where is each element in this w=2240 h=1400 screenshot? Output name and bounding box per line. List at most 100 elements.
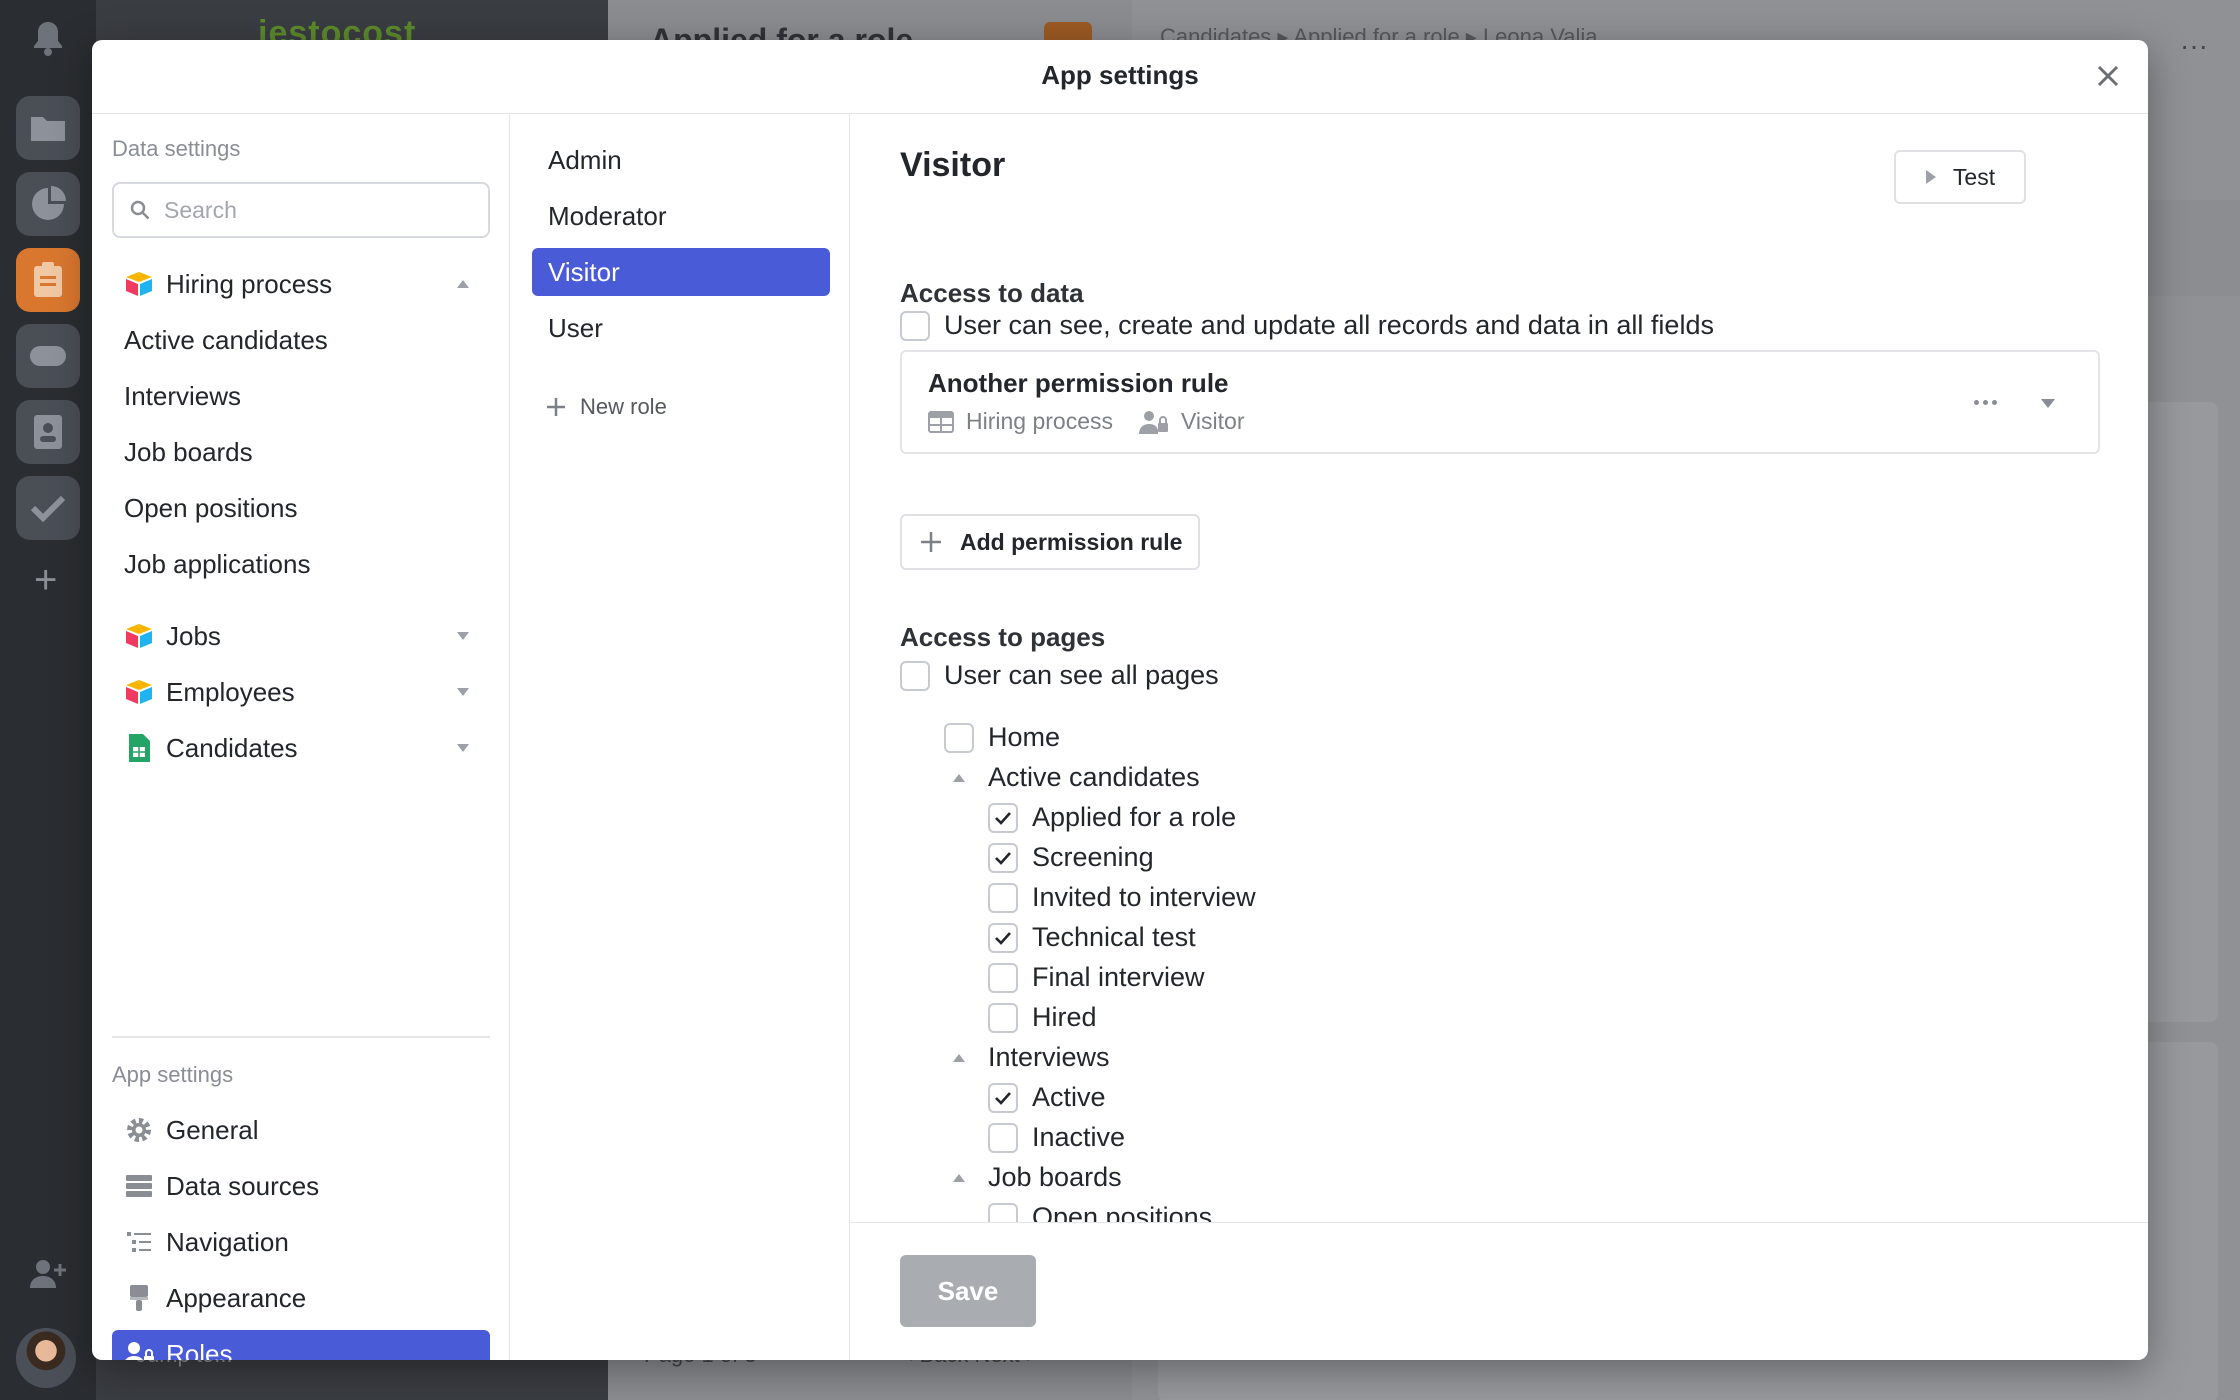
- app-rail: +: [0, 0, 96, 1400]
- checkbox-checked[interactable]: [988, 802, 1018, 833]
- save-button[interactable]: Save: [900, 1255, 1036, 1327]
- paint-brush-icon: [122, 1281, 156, 1315]
- gamepad-icon[interactable]: [16, 324, 80, 388]
- data-table-job-boards[interactable]: Job boards: [112, 428, 490, 476]
- settings-navigation[interactable]: Navigation: [112, 1218, 490, 1266]
- permission-rule-role: Visitor: [1181, 408, 1245, 434]
- close-icon[interactable]: [2090, 58, 2126, 94]
- page-label: Active: [1032, 1082, 1106, 1112]
- test-button[interactable]: Test: [1894, 150, 2026, 204]
- search-input[interactable]: [164, 196, 464, 224]
- data-source-employees[interactable]: Employees: [112, 668, 490, 716]
- collapse-triangle-icon[interactable]: [944, 1163, 974, 1193]
- data-table-job-applications[interactable]: Job applications: [112, 540, 490, 588]
- page-row[interactable]: Applied for a role: [988, 802, 1236, 833]
- settings-general[interactable]: General: [112, 1106, 490, 1154]
- role-item-visitor[interactable]: Visitor: [532, 248, 830, 296]
- page-group-row[interactable]: Job boards: [944, 1162, 1122, 1193]
- folder-icon[interactable]: [16, 96, 80, 160]
- data-source-hiring-process[interactable]: Hiring process: [112, 260, 490, 308]
- list-icon: [122, 1225, 156, 1259]
- page-row[interactable]: Inactive: [988, 1122, 1125, 1153]
- chevron-up-icon[interactable]: [448, 279, 478, 289]
- role-detail-scroll[interactable]: Visitor Test Access to data User can see…: [850, 114, 2148, 1222]
- checkbox[interactable]: [900, 310, 930, 341]
- role-item-admin[interactable]: Admin: [532, 136, 830, 184]
- pie-chart-icon[interactable]: [16, 172, 80, 236]
- data-table-interviews[interactable]: Interviews: [112, 372, 490, 420]
- modal-title: App settings: [1041, 60, 1199, 90]
- role-item-moderator[interactable]: Moderator: [532, 192, 830, 240]
- page-group-label: Active candidates: [988, 762, 1200, 792]
- collapse-triangle-icon[interactable]: [944, 763, 974, 793]
- page-label: Screening: [1032, 842, 1154, 872]
- settings-appearance[interactable]: Appearance: [112, 1274, 490, 1322]
- data-source-candidates[interactable]: Candidates: [112, 724, 490, 772]
- add-app-icon[interactable]: +: [34, 560, 57, 600]
- data-table-open-positions[interactable]: Open positions: [112, 484, 490, 532]
- data-table-label: Job applications: [124, 548, 311, 579]
- role-item-user[interactable]: User: [532, 304, 830, 352]
- page-row[interactable]: Screening: [988, 842, 1154, 873]
- rule-more-options-icon[interactable]: [1974, 400, 1997, 405]
- page-row[interactable]: Technical test: [988, 922, 1196, 953]
- data-source-label: Hiring process: [166, 268, 333, 299]
- bell-icon[interactable]: [32, 20, 64, 56]
- checkbox[interactable]: [988, 882, 1018, 913]
- checkbox-checked[interactable]: [988, 842, 1018, 873]
- checkbox[interactable]: [988, 1122, 1018, 1153]
- all-pages-checkbox-row[interactable]: User can see all pages: [900, 660, 1219, 691]
- settings-roles[interactable]: Roles: [112, 1330, 490, 1360]
- chevron-down-icon[interactable]: [448, 687, 478, 697]
- page-row[interactable]: Active: [988, 1082, 1106, 1113]
- page-row[interactable]: Invited to interview: [988, 882, 1256, 913]
- checkbox-checked[interactable]: [988, 1082, 1018, 1113]
- chevron-down-icon[interactable]: [448, 631, 478, 641]
- page-home-row[interactable]: Home: [944, 722, 1060, 753]
- access-to-pages-heading: Access to pages: [900, 622, 1106, 652]
- page-row[interactable]: Final interview: [988, 962, 1205, 993]
- add-permission-rule-button[interactable]: Add permission rule: [900, 514, 1200, 570]
- checkbox[interactable]: [900, 660, 930, 691]
- page-label: Hired: [1032, 1002, 1097, 1032]
- avatar[interactable]: [16, 1328, 76, 1388]
- checkbox[interactable]: [988, 1202, 1018, 1222]
- chevron-down-icon[interactable]: [448, 743, 478, 753]
- search-field[interactable]: [112, 182, 490, 238]
- settings-label: General: [166, 1114, 259, 1145]
- chevron-down-icon[interactable]: [2040, 396, 2056, 414]
- page-label: Home: [988, 722, 1061, 752]
- permission-rule-card[interactable]: Another permission rule Hiring process V…: [900, 350, 2100, 454]
- settings-label: Appearance: [166, 1282, 307, 1313]
- new-role-button[interactable]: New role: [546, 394, 667, 420]
- checkbox-checked[interactable]: [988, 922, 1018, 953]
- app-settings-modal: App settings Data settings Hiring proces…: [92, 40, 2148, 1360]
- data-table-active-candidates[interactable]: Active candidates: [112, 316, 490, 364]
- user-lock-icon: [1139, 410, 1168, 434]
- collapse-triangle-icon[interactable]: [944, 1043, 974, 1073]
- plus-icon: [547, 398, 565, 416]
- add-user-icon[interactable]: [30, 1258, 68, 1293]
- data-source-jobs[interactable]: Jobs: [112, 612, 490, 660]
- settings-data-sources[interactable]: Data sources: [112, 1162, 490, 1210]
- all-records-checkbox-row[interactable]: User can see, create and update all reco…: [900, 310, 1714, 341]
- role-title: Visitor: [900, 146, 1006, 184]
- checkbox[interactable]: [944, 722, 974, 753]
- access-to-data-heading: Access to data: [900, 278, 1084, 308]
- clipboard-icon[interactable]: [16, 248, 80, 312]
- page-group-row[interactable]: Interviews: [944, 1042, 1110, 1073]
- page-row[interactable]: Open positions: [988, 1202, 1212, 1222]
- airtable-icon: [122, 619, 156, 653]
- page-label: Final interview: [1032, 962, 1205, 992]
- page-group-row[interactable]: Active candidates: [944, 762, 1200, 793]
- airtable-icon: [122, 675, 156, 709]
- settings-label: Navigation: [166, 1226, 289, 1257]
- checkbox[interactable]: [988, 962, 1018, 993]
- checkmark-icon[interactable]: [16, 476, 80, 540]
- checkbox[interactable]: [988, 1002, 1018, 1033]
- page-row[interactable]: Hired: [988, 1002, 1097, 1033]
- contact-book-icon[interactable]: [16, 400, 80, 464]
- search-icon: [130, 200, 150, 220]
- app-settings-label: App settings: [112, 1062, 234, 1087]
- page-label: Invited to interview: [1032, 882, 1256, 912]
